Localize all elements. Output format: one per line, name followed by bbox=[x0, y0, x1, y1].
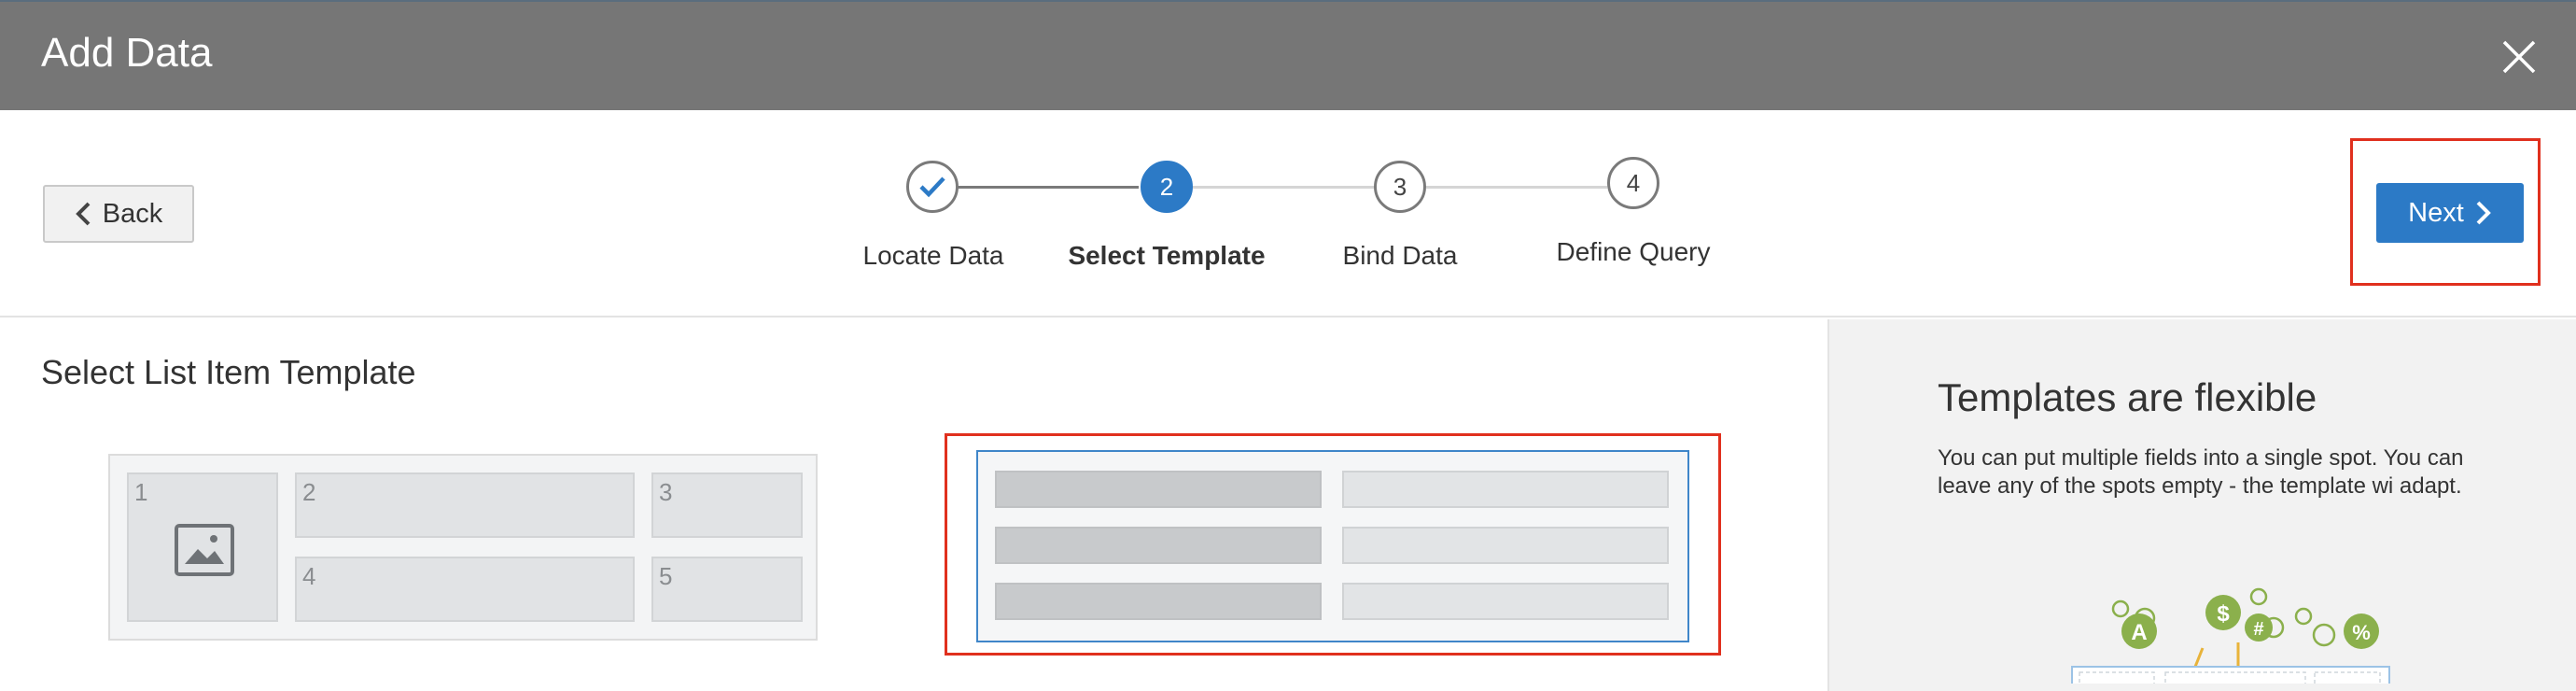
letter-a-icon: A bbox=[2131, 620, 2147, 645]
template-option-image-grid[interactable]: 1 2 3 4 5 bbox=[108, 454, 818, 641]
template-row-label bbox=[995, 583, 1322, 620]
template-cell-number: 4 bbox=[302, 562, 316, 590]
template-selection-panel: Select List Item Template 1 2 3 4 5 bbox=[0, 319, 1827, 691]
percent-icon: % bbox=[2352, 621, 2371, 644]
template-cell-1: 1 bbox=[127, 472, 278, 622]
next-button-label: Next bbox=[2408, 197, 2464, 228]
template-cell-2: 2 bbox=[295, 472, 635, 538]
template-cell-number: 1 bbox=[134, 478, 148, 506]
template-row-value bbox=[1342, 583, 1669, 620]
image-icon bbox=[175, 524, 234, 576]
dialog-titlebar: Add Data bbox=[0, 0, 2576, 110]
chevron-left-icon bbox=[75, 202, 91, 226]
step-connector-1 bbox=[958, 186, 1139, 189]
step-connector-2 bbox=[1193, 186, 1374, 189]
next-button[interactable]: Next bbox=[2376, 183, 2524, 243]
template-row-label bbox=[995, 527, 1322, 564]
step-connector-3 bbox=[1426, 186, 1607, 189]
template-cell-number: 5 bbox=[659, 562, 673, 590]
info-body: You can put multiple fields into a singl… bbox=[1938, 445, 2464, 499]
step-3-label: Bind Data bbox=[1342, 241, 1458, 270]
dollar-icon: $ bbox=[2217, 601, 2230, 627]
template-row-value bbox=[1342, 471, 1669, 508]
template-cell-number: 2 bbox=[302, 478, 316, 506]
dialog-title: Add Data bbox=[41, 30, 213, 76]
info-panel: Templates are flexible You can put multi… bbox=[1827, 319, 2576, 691]
chevron-right-icon bbox=[2476, 201, 2491, 225]
step-4-circle[interactable]: 4 bbox=[1607, 157, 1659, 209]
step-1-circle[interactable] bbox=[906, 161, 959, 213]
back-button-label: Back bbox=[102, 198, 163, 229]
template-row-value bbox=[1342, 527, 1669, 564]
step-4-label: Define Query bbox=[1556, 237, 1711, 266]
templates-illustration: A $ # % bbox=[2071, 587, 2390, 684]
checkmark-icon bbox=[919, 176, 945, 198]
step-1-label: Locate Data bbox=[862, 241, 1004, 270]
template-cell-number: 3 bbox=[659, 478, 673, 506]
template-cell-3: 3 bbox=[651, 472, 803, 538]
step-2-circle[interactable]: 2 bbox=[1141, 161, 1193, 213]
template-option-two-column[interactable] bbox=[976, 450, 1689, 642]
template-cell-5: 5 bbox=[651, 557, 803, 622]
template-row-label bbox=[995, 471, 1322, 508]
step-3-circle[interactable]: 3 bbox=[1374, 161, 1426, 213]
step-2-label: Select Template bbox=[1068, 241, 1266, 270]
section-heading: Select List Item Template bbox=[41, 353, 416, 391]
wizard-toolbar: Back Locate Data 2 Select Template 3 Bin… bbox=[0, 110, 2576, 317]
close-icon[interactable] bbox=[2501, 39, 2537, 75]
template-cell-4: 4 bbox=[295, 557, 635, 622]
back-button[interactable]: Back bbox=[43, 185, 194, 243]
hash-icon: # bbox=[2253, 619, 2263, 640]
info-title: Templates are flexible bbox=[1938, 375, 2317, 419]
